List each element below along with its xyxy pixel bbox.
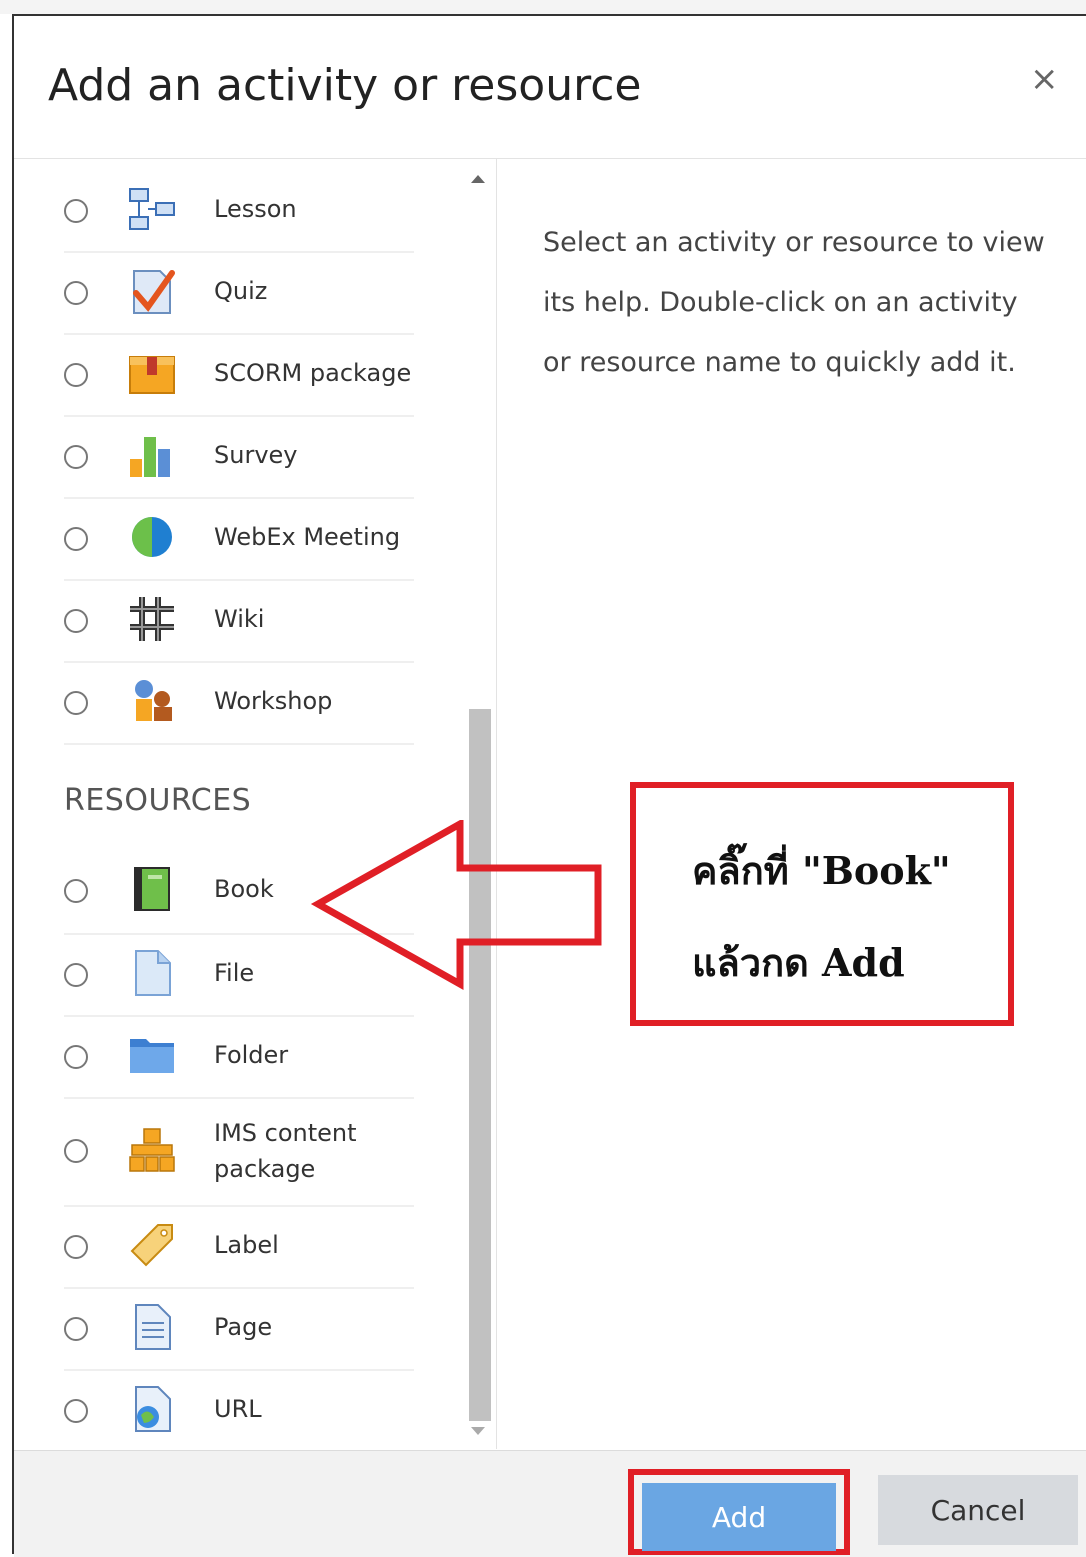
cancel-button[interactable]: Cancel: [878, 1475, 1078, 1545]
background-page-strip: [0, 0, 1086, 14]
radio-url[interactable]: [64, 1399, 88, 1423]
survey-icon: [128, 431, 176, 479]
scroll-down-arrow-icon[interactable]: [471, 1427, 485, 1435]
list-item-label: Wiki: [214, 605, 265, 633]
list-item-label[interactable]: Label: [64, 1207, 414, 1289]
help-text: Select an activity or resource to view i…: [543, 227, 1045, 378]
radio-ims-content-package[interactable]: [64, 1139, 88, 1163]
list-item-label: SCORM package: [214, 359, 412, 387]
radio-label[interactable]: [64, 1235, 88, 1259]
file-icon: [128, 949, 176, 997]
wiki-icon: [128, 595, 176, 643]
webex-meeting-icon: [128, 513, 176, 561]
lesson-icon: [128, 185, 176, 233]
label-tag-icon: [128, 1221, 176, 1269]
list-item-wiki[interactable]: Wiki: [64, 581, 414, 663]
list-item-workshop[interactable]: Workshop: [64, 663, 414, 745]
scrollbar-thumb[interactable]: [469, 709, 491, 1421]
radio-folder[interactable]: [64, 1045, 88, 1069]
list-item-label: Folder: [214, 1041, 289, 1069]
annotation-line-2: แล้วกด Add: [692, 940, 905, 985]
list-item-label: File: [214, 959, 255, 987]
book-icon: [128, 865, 176, 913]
list-item-label: URL: [214, 1395, 262, 1423]
workshop-icon: [128, 677, 176, 725]
ims-content-package-icon: [128, 1127, 176, 1175]
list-item-label: Survey: [214, 441, 298, 469]
radio-lesson[interactable]: [64, 199, 88, 223]
dialog-title: Add an activity or resource: [48, 60, 642, 111]
radio-webex-meeting[interactable]: [64, 527, 88, 551]
list-item-webex-meeting[interactable]: WebEx Meeting: [64, 499, 414, 581]
radio-page[interactable]: [64, 1317, 88, 1341]
radio-wiki[interactable]: [64, 609, 88, 633]
add-button-highlight: Add: [628, 1469, 850, 1555]
url-icon: [128, 1385, 176, 1433]
resources-section-header: RESOURCES: [64, 783, 252, 818]
annotation-arrow: [310, 820, 602, 990]
annotation-callout: คลิ๊กที่ "Book" แล้วกด Add: [630, 782, 1014, 1026]
quiz-icon: [128, 267, 176, 315]
list-item-ims-content-package[interactable]: IMS content package: [64, 1099, 414, 1207]
radio-scorm-package[interactable]: [64, 363, 88, 387]
list-item-label: Quiz: [214, 277, 268, 305]
list-item-label: Page: [214, 1313, 273, 1341]
activity-list[interactable]: Lesson Quiz SCORM package Survey WebEx M…: [14, 159, 497, 1449]
list-item-lesson[interactable]: Lesson: [64, 171, 414, 253]
list-item-label-text: Label: [214, 1231, 279, 1259]
list-item-folder[interactable]: Folder: [64, 1017, 414, 1099]
radio-quiz[interactable]: [64, 281, 88, 305]
dialog-header: Add an activity or resource ×: [14, 16, 1086, 159]
list-item-label-line2: package: [214, 1155, 316, 1183]
radio-survey[interactable]: [64, 445, 88, 469]
list-item-url[interactable]: URL: [64, 1371, 414, 1449]
add-activity-dialog: Add an activity or resource × Lesson Qui…: [12, 14, 1086, 1557]
list-item-label: Lesson: [214, 195, 297, 223]
radio-workshop[interactable]: [64, 691, 88, 715]
add-button[interactable]: Add: [642, 1483, 836, 1551]
list-item-label-line1: IMS content: [214, 1119, 357, 1147]
list-item-label: Book: [214, 875, 274, 903]
radio-file[interactable]: [64, 963, 88, 987]
list-item-survey[interactable]: Survey: [64, 417, 414, 499]
annotation-line-1: คลิ๊กที่ "Book": [692, 848, 951, 893]
list-item-label: Workshop: [214, 687, 333, 715]
scroll-up-arrow-icon[interactable]: [471, 175, 485, 183]
list-item-label: WebEx Meeting: [214, 523, 401, 551]
dialog-footer: Add Cancel: [14, 1450, 1086, 1557]
page-icon: [128, 1303, 176, 1351]
list-item-quiz[interactable]: Quiz: [64, 253, 414, 335]
folder-icon: [128, 1031, 176, 1079]
close-icon[interactable]: ×: [1030, 62, 1059, 96]
scorm-package-icon: [128, 349, 176, 397]
list-scrollbar[interactable]: [466, 159, 492, 1449]
radio-book[interactable]: [64, 879, 88, 903]
list-item-scorm-package[interactable]: SCORM package: [64, 335, 414, 417]
list-item-page[interactable]: Page: [64, 1289, 414, 1371]
